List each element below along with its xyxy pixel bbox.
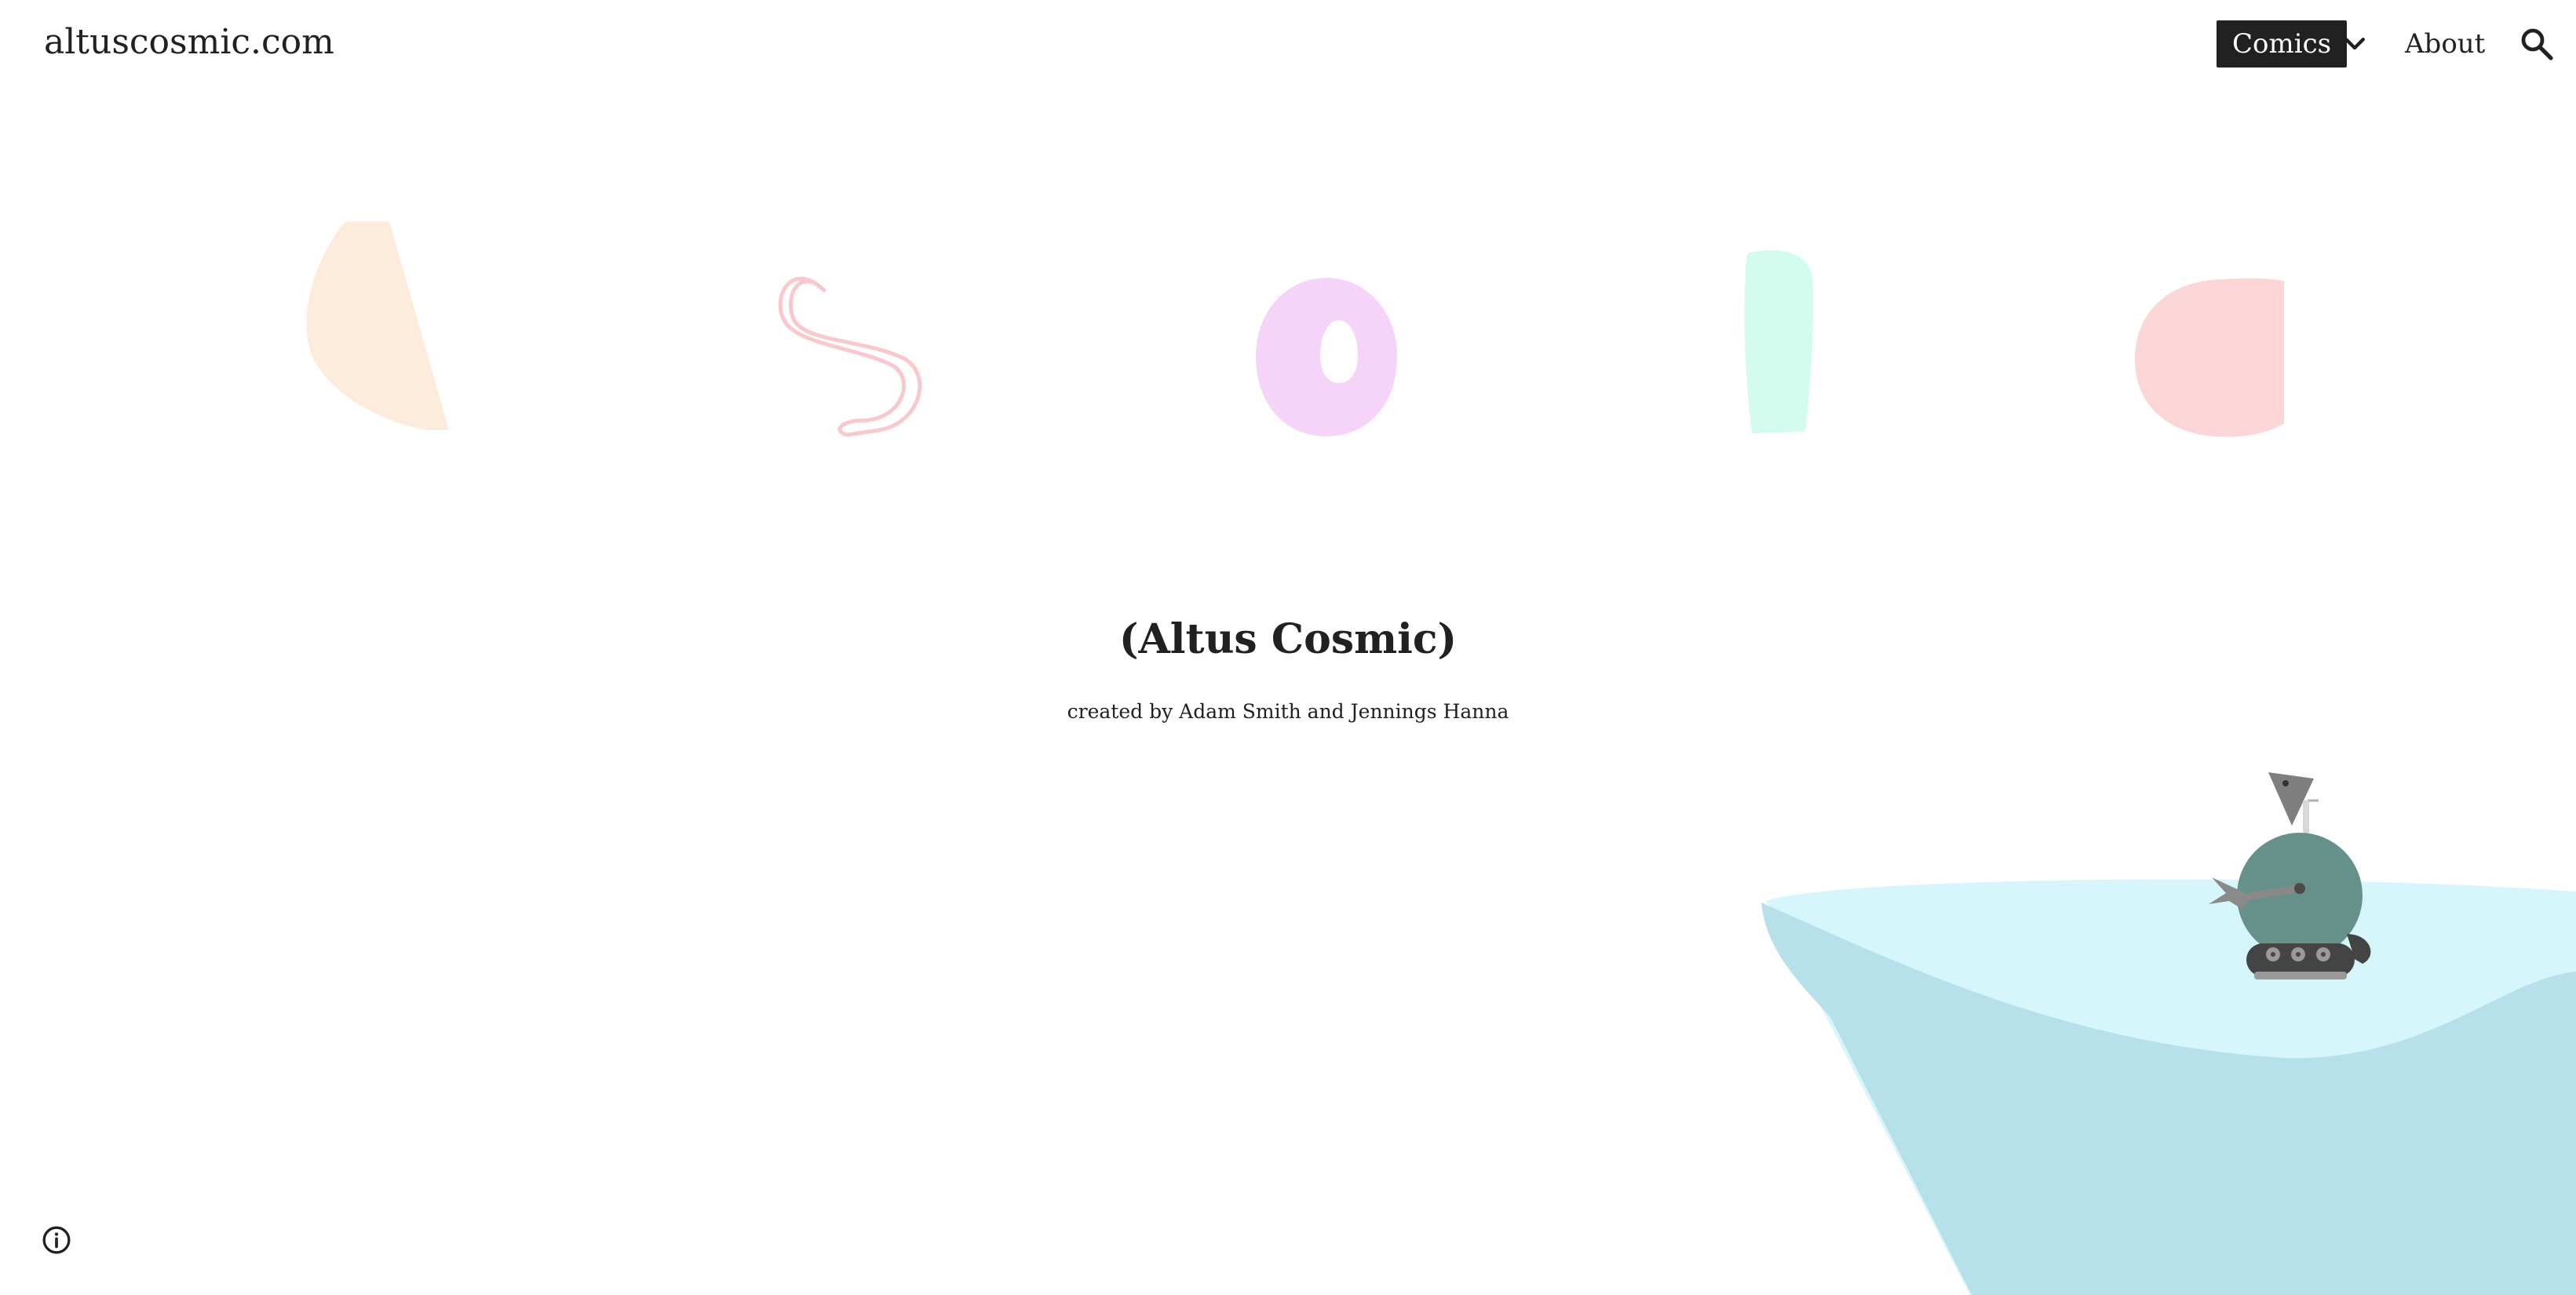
top-navigation-bar: altuscosmic.com Comics About (0, 0, 2576, 88)
mint-i-shape (1744, 250, 1814, 433)
page-heading: (Altus Cosmic) (1118, 615, 1458, 663)
nav-comics-link[interactable]: Comics (2217, 20, 2348, 67)
page-subtitle: created by Adam Smith and Jennings Hanna (1067, 700, 1509, 723)
violet-o-shape (1256, 278, 1397, 436)
salmon-c-shape (2135, 278, 2284, 437)
cliff-and-robot-illustration (1761, 772, 2576, 1295)
peach-shape (306, 221, 449, 430)
nav-about-link[interactable]: About (2405, 20, 2485, 67)
chevron-down-icon[interactable] (2339, 28, 2370, 60)
decorative-letter-banner (306, 221, 2284, 437)
pink-outline-s-shape (778, 276, 922, 437)
search-icon[interactable] (2518, 25, 2556, 63)
site-title-link[interactable]: altuscosmic.com (44, 17, 334, 67)
info-icon[interactable] (41, 1224, 72, 1256)
